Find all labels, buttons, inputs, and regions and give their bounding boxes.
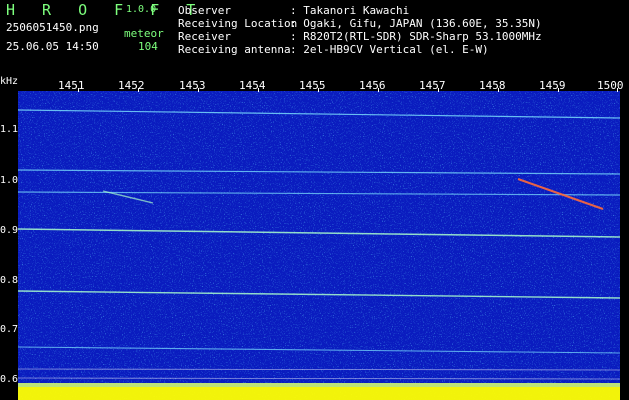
x-tick-mark [438, 88, 439, 92]
y-tick-0-6: 0.6 [0, 374, 19, 385]
meteor-count: 104 [138, 40, 158, 53]
x-tick-mark [318, 88, 319, 92]
x-tick-mark [78, 88, 79, 92]
x-tick-mark [617, 88, 618, 92]
file-datetime: 25.06.05 14:50 [6, 40, 99, 53]
info-label-receiver: Receiver [178, 30, 231, 43]
info-value-antenna: : 2el-HB9CV Vertical (el. E-W) [290, 43, 489, 56]
y-tick-1-0: 1.0 [0, 175, 19, 186]
y-tick-1-1: 1.1 [0, 124, 19, 135]
x-tick-mark [198, 88, 199, 92]
y-tick-0-9: 0.9 [0, 225, 19, 236]
y-tick-0-8: 0.8 [0, 275, 19, 286]
x-tick-mark [378, 88, 379, 92]
axis-unit: kHz [0, 76, 19, 87]
y-tick-0-7: 0.7 [0, 324, 19, 335]
signal-level-noise [18, 383, 620, 387]
info-label-location: Receiving Location [178, 17, 298, 30]
x-tick-mark [138, 88, 139, 92]
file-name: 2506051450.png [6, 21, 99, 34]
meteor-label: meteor [124, 27, 164, 40]
info-value-location: : Ogaki, Gifu, JAPAN (136.60E, 35.35N) [290, 17, 542, 30]
spectrogram-noise [18, 91, 620, 400]
spectrogram [18, 91, 620, 400]
x-tick-mark [258, 88, 259, 92]
info-label-observer: Observer [178, 4, 231, 17]
x-tick-mark [558, 88, 559, 92]
x-tick-mark [498, 88, 499, 92]
info-value-observer: : Takanori Kawachi [290, 4, 410, 17]
info-label-antenna: Receiving antenna [178, 43, 291, 56]
info-value-receiver: : R820T2(RTL-SDR) SDR-Sharp 53.1000MHz [290, 30, 542, 43]
app-logo: H R O F F T [6, 1, 205, 19]
app-version: 1.0.0 [126, 4, 157, 15]
